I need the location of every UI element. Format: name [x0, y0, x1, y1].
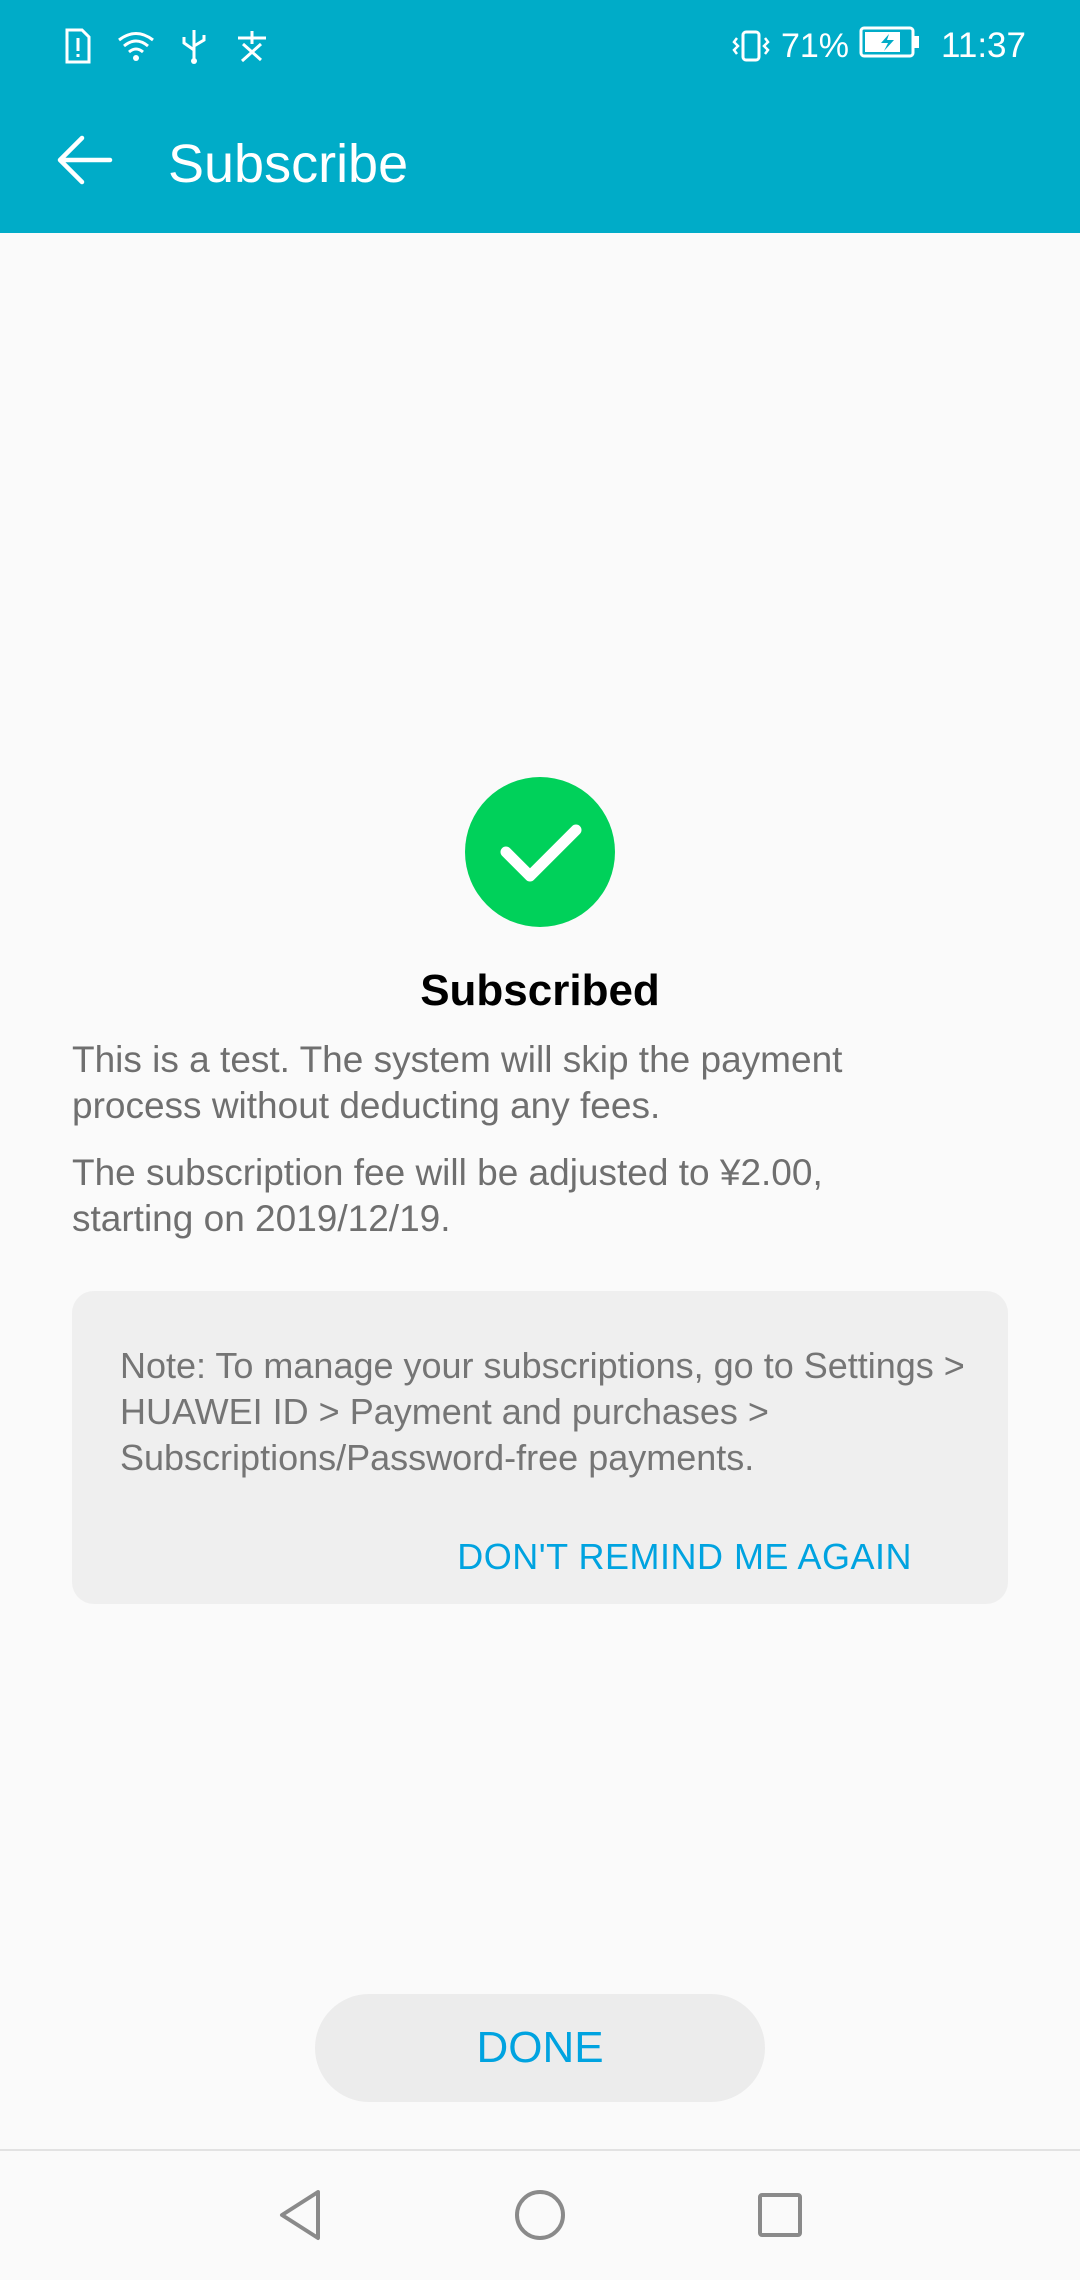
usb-icon	[174, 26, 214, 66]
check-circle-icon	[465, 777, 615, 927]
result-title: Subscribed	[420, 966, 660, 1015]
status-bar-notifications	[58, 26, 272, 66]
status-bar-system: 71% 11:37	[731, 22, 1026, 70]
nav-recent-button[interactable]	[748, 2185, 812, 2249]
subscribe-screen: 71% 11:37 Subscribe Subscribed This is a…	[0, 0, 1080, 2280]
nav-home-button[interactable]	[508, 2185, 572, 2249]
nav-home-icon	[512, 2187, 568, 2248]
sim-alert-icon	[58, 26, 98, 66]
nav-recent-icon	[755, 2190, 805, 2245]
subscription-fee-message: The subscription fee will be adjusted to…	[72, 1152, 823, 1239]
battery-percent: 71%	[780, 26, 849, 65]
done-button[interactable]: DONE	[315, 1994, 765, 2102]
nav-back-button[interactable]	[268, 2185, 332, 2249]
vibrate-icon	[731, 26, 771, 66]
note-text: Note: To manage your subscriptions, go t…	[120, 1345, 965, 1478]
arrow-left-icon	[54, 130, 114, 195]
page-title: Subscribe	[168, 134, 409, 194]
manage-subscriptions-note: Note: To manage your subscriptions, go t…	[72, 1291, 1008, 1604]
battery-charging-icon	[859, 24, 921, 69]
clock: 11:37	[941, 26, 1026, 65]
test-payment-message: This is a test. The system will skip the…	[72, 1039, 843, 1126]
translate-icon	[232, 26, 272, 66]
dont-remind-button[interactable]: DON'T REMIND ME AGAIN	[457, 1536, 912, 1578]
system-navigation-bar	[0, 2149, 1080, 2280]
app-header: 71% 11:37 Subscribe	[0, 0, 1080, 233]
back-button[interactable]	[44, 122, 124, 202]
nav-back-icon	[274, 2187, 326, 2248]
wifi-icon	[116, 26, 156, 66]
